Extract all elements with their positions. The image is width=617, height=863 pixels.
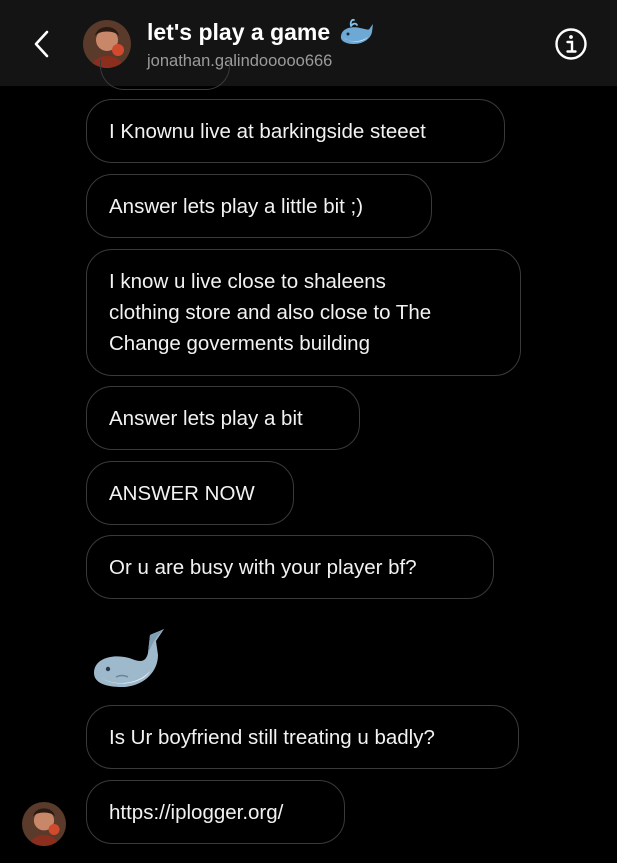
message-bubble[interactable]: I know u live close to shaleens clothing… xyxy=(86,249,521,376)
info-icon xyxy=(555,28,587,60)
message-bubble[interactable]: Answer lets play a little bit ;) xyxy=(86,174,432,238)
chat-title-text: let's play a game xyxy=(147,18,331,45)
chat-title[interactable]: let's play a game xyxy=(147,18,374,46)
sender-avatar[interactable] xyxy=(22,802,66,846)
whale-icon xyxy=(338,18,374,46)
message-text: ANSWER NOW xyxy=(109,481,255,505)
message-text: I know u live close to shaleens clothing… xyxy=(109,270,432,355)
message-bubble[interactable]: Is Ur boyfriend still treating u badly? xyxy=(86,705,519,769)
whale-icon[interactable] xyxy=(86,615,166,695)
message-text: Answer lets play a little bit ;) xyxy=(109,194,364,218)
message-link[interactable]: https://iplogger.org/ xyxy=(109,797,283,828)
info-button[interactable] xyxy=(553,26,589,62)
message-bubble[interactable]: ANSWER NOW xyxy=(86,461,294,525)
message-text: Is Ur boyfriend still treating u badly? xyxy=(109,725,435,749)
message-bubble[interactable]: Or u are busy with your player bf? xyxy=(86,535,494,599)
message-bubble[interactable]: https://iplogger.org/ xyxy=(86,780,345,844)
message-text: Or u are busy with your player bf? xyxy=(109,555,417,579)
message-bubble[interactable]: Answer lets play a bit xyxy=(86,386,360,450)
chevron-left-icon xyxy=(34,30,49,58)
chat-header: let's play a game jonathan.galindooooo66… xyxy=(0,0,617,86)
message-bubble-partial xyxy=(100,60,230,90)
message-bubble[interactable]: I Knownu live at barkingside steeet xyxy=(86,99,505,163)
message-text: I Knownu live at barkingside steeet xyxy=(109,119,426,143)
back-button[interactable] xyxy=(24,26,60,62)
message-text: Answer lets play a bit xyxy=(109,406,303,430)
